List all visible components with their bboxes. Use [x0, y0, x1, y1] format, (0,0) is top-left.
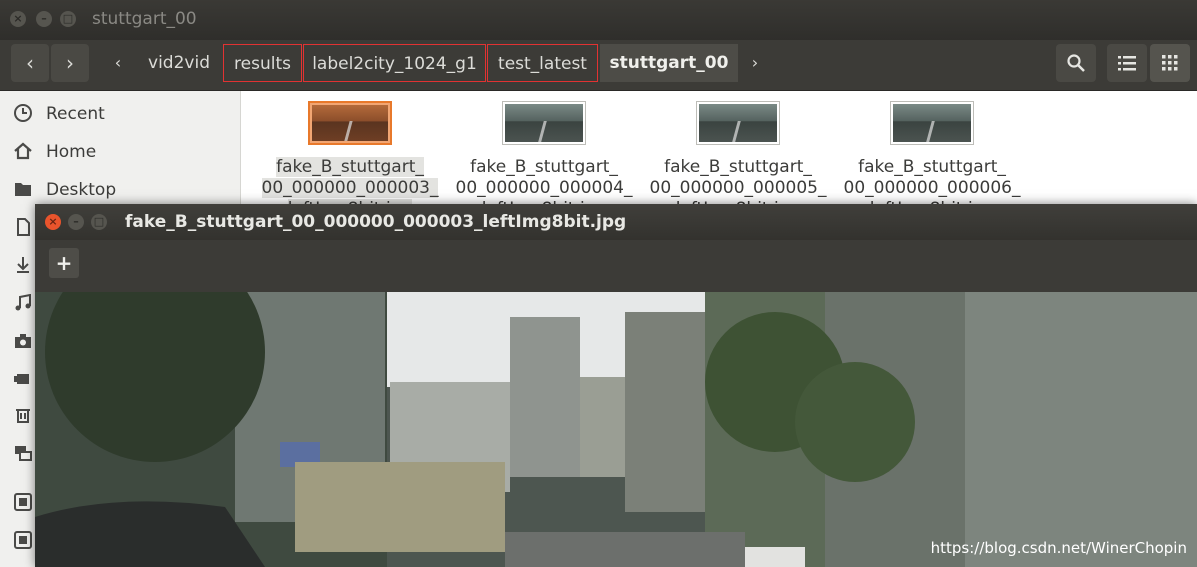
file-name-line: 00_000000_000003_	[261, 178, 439, 198]
download-icon[interactable]	[14, 256, 32, 274]
breadcrumb-stuttgart-00[interactable]: stuttgart_00	[600, 44, 738, 82]
file-name-line: 00_000000_000006_	[843, 178, 1021, 198]
home-icon	[12, 141, 34, 163]
search-icon	[1067, 54, 1085, 72]
maximize-icon[interactable]: □	[91, 214, 107, 230]
file-thumbnail	[696, 101, 780, 145]
camera-icon[interactable]	[14, 332, 32, 350]
grid-view-button[interactable]	[1150, 44, 1190, 82]
file-manager-toolbar: ‹ › ‹ vid2vid results label2city_1024_g1…	[0, 40, 1197, 91]
sidebar-item-label: Home	[46, 142, 97, 162]
minimize-icon[interactable]: –	[36, 11, 52, 27]
add-button[interactable]: +	[49, 248, 79, 278]
chevron-right-icon: ›	[751, 53, 759, 72]
sidebar-item-recent[interactable]: Recent	[0, 95, 240, 133]
forward-arrow-icon: ›	[66, 51, 74, 75]
drive-icon[interactable]	[14, 531, 32, 549]
window-title: stuttgart_00	[92, 9, 197, 29]
window-title: fake_B_stuttgart_00_000000_000003_leftIm…	[125, 212, 627, 232]
file-manager-titlebar: × – □ stuttgart_00	[0, 0, 1197, 40]
sidebar-item-label: Recent	[46, 104, 105, 124]
file-thumbnail	[308, 101, 392, 145]
file-name-line: fake_B_stuttgart_	[664, 157, 812, 177]
breadcrumb-test-latest[interactable]: test_latest	[487, 44, 598, 82]
file-item[interactable]: fake_B_stuttgart_ 00_000000_000005_ left…	[643, 99, 833, 219]
file-item[interactable]: fake_B_stuttgart_ 00_000000_000006_ left…	[837, 99, 1027, 219]
watermark: https://blog.csdn.net/WinerChopin	[930, 539, 1187, 557]
image-viewer-window: × – □ fake_B_stuttgart_00_000000_000003_…	[35, 204, 1197, 567]
list-view-button[interactable]	[1107, 44, 1147, 82]
breadcrumb-results[interactable]: results	[223, 44, 302, 82]
file-thumbnail	[502, 101, 586, 145]
breadcrumb-vid2vid[interactable]: vid2vid	[137, 44, 221, 82]
breadcrumb-scroll-right[interactable]: ›	[742, 44, 768, 82]
file-name-line: 00_000000_000005_	[649, 178, 827, 198]
clock-icon	[12, 103, 34, 125]
file-name-line: fake_B_stuttgart_	[470, 157, 618, 177]
maximize-icon[interactable]: □	[60, 11, 76, 27]
street-scene-picture	[35, 292, 1197, 567]
breadcrumb-scroll-left[interactable]: ‹	[103, 44, 133, 82]
sidebar-item-label: Desktop	[46, 180, 117, 200]
close-icon[interactable]: ×	[10, 11, 26, 27]
network-icon[interactable]	[14, 444, 32, 462]
video-icon[interactable]	[14, 370, 32, 388]
trash-icon[interactable]	[14, 406, 32, 424]
drive-icon[interactable]	[14, 493, 32, 511]
close-icon[interactable]: ×	[45, 214, 61, 230]
file-thumbnail	[890, 101, 974, 145]
folder-icon	[12, 179, 34, 201]
file-name-line: fake_B_stuttgart_	[276, 157, 424, 177]
list-view-icon	[1118, 56, 1136, 71]
image-viewer-titlebar: × – □ fake_B_stuttgart_00_000000_000003_…	[35, 204, 1197, 240]
minimize-icon[interactable]: –	[68, 214, 84, 230]
back-arrow-icon: ‹	[26, 51, 34, 75]
sidebar-item-home[interactable]: Home	[0, 133, 240, 171]
file-name-line: fake_B_stuttgart_	[858, 157, 1006, 177]
chevron-left-icon: ‹	[114, 53, 122, 72]
forward-button[interactable]: ›	[51, 44, 89, 82]
breadcrumb-label2city[interactable]: label2city_1024_g1	[303, 44, 486, 82]
street-scene-image	[35, 292, 1197, 567]
file-item[interactable]: fake_B_stuttgart_ 00_000000_000004_ left…	[449, 99, 639, 219]
grid-view-icon	[1162, 55, 1178, 71]
back-button[interactable]: ‹	[11, 44, 49, 82]
plus-icon: +	[55, 251, 73, 275]
search-button[interactable]	[1056, 44, 1096, 82]
file-name-line: 00_000000_000004_	[455, 178, 633, 198]
file-item[interactable]: fake_B_stuttgart_ 00_000000_000003_ left…	[255, 99, 445, 219]
document-icon[interactable]	[14, 218, 32, 236]
image-viewer-toolbar: +	[35, 240, 1197, 292]
music-icon[interactable]	[14, 293, 32, 312]
